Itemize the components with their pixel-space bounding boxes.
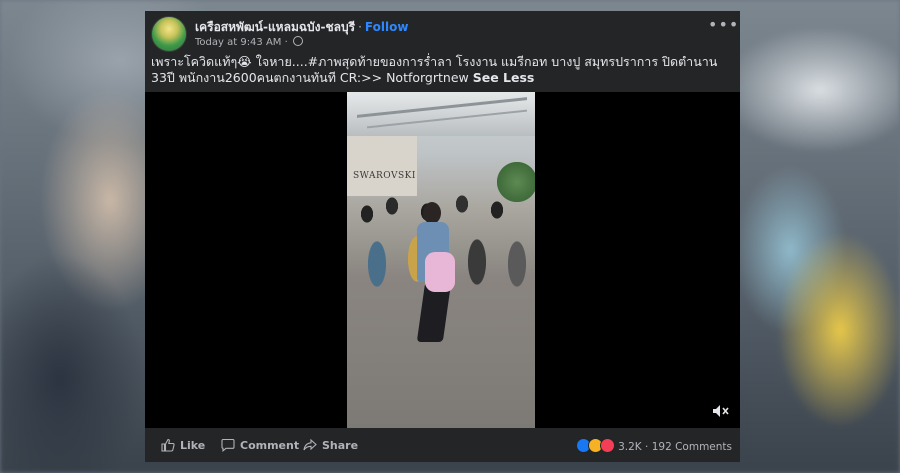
post-timestamp-line: Today at 9:43 AM · (195, 36, 303, 48)
post-action-bar: Like Comment Share 3.2K · 192 Comments (145, 428, 740, 462)
share-label: Share (322, 439, 359, 452)
volume-mute-icon[interactable] (712, 404, 730, 418)
see-less-link[interactable]: See Less (473, 70, 535, 85)
share-button[interactable]: Share (303, 438, 358, 452)
store-sign: SWAROVSKI (353, 171, 416, 181)
post-header: เครือสหพัฒน์-แหลมฉบัง-ชลบุรี · Follow Toda… (151, 16, 738, 52)
walker-head (423, 202, 441, 224)
globe-icon (293, 36, 303, 46)
comment-bubble-icon (221, 438, 235, 452)
caption-text: เพราะโควิดแท้ๆ😭 ใจหาย....#ภาพสุดท้ายของก… (151, 54, 718, 85)
comment-button[interactable]: Comment (221, 438, 299, 452)
page-name-line: เครือสหพัฒน์-แหลมฉบัง-ชลบุรี · Follow (195, 18, 408, 37)
video-player[interactable]: SWAROVSKI (145, 92, 740, 428)
comments-count[interactable]: 192 Comments (652, 441, 732, 453)
stats-separator: · (645, 441, 649, 453)
reaction-count[interactable]: 3.2K (618, 441, 642, 453)
care-reaction-icon[interactable] (600, 438, 616, 453)
page-avatar[interactable] (151, 16, 187, 52)
video-frame[interactable]: SWAROVSKI (347, 92, 535, 428)
share-arrow-icon (303, 438, 317, 451)
pink-bag (425, 252, 455, 292)
like-label: Like (180, 439, 206, 452)
facebook-post-card: เครือสหพัฒน์-แหลมฉบัง-ชลบุรี · Follow Toda… (145, 11, 740, 462)
thumbs-up-icon (161, 438, 175, 452)
post-timestamp[interactable]: Today at 9:43 AM (195, 37, 281, 48)
canopy-beam (357, 97, 527, 118)
page-name-link[interactable]: เครือสหพัฒน์-แหลมฉบัง-ชลบุรี (195, 20, 355, 34)
reaction-summary: 3.2K · 192 Comments (576, 438, 732, 453)
building-canopy (347, 92, 535, 136)
timestamp-separator: · (284, 37, 288, 48)
name-separator: · (358, 20, 362, 34)
follow-button[interactable]: Follow (365, 20, 409, 34)
comment-label: Comment (240, 439, 300, 452)
more-options-icon[interactable]: ••• (708, 17, 738, 34)
post-caption: เพราะโควิดแท้ๆ😭 ใจหาย....#ภาพสุดท้ายของก… (151, 54, 731, 86)
like-button[interactable]: Like (161, 438, 205, 452)
